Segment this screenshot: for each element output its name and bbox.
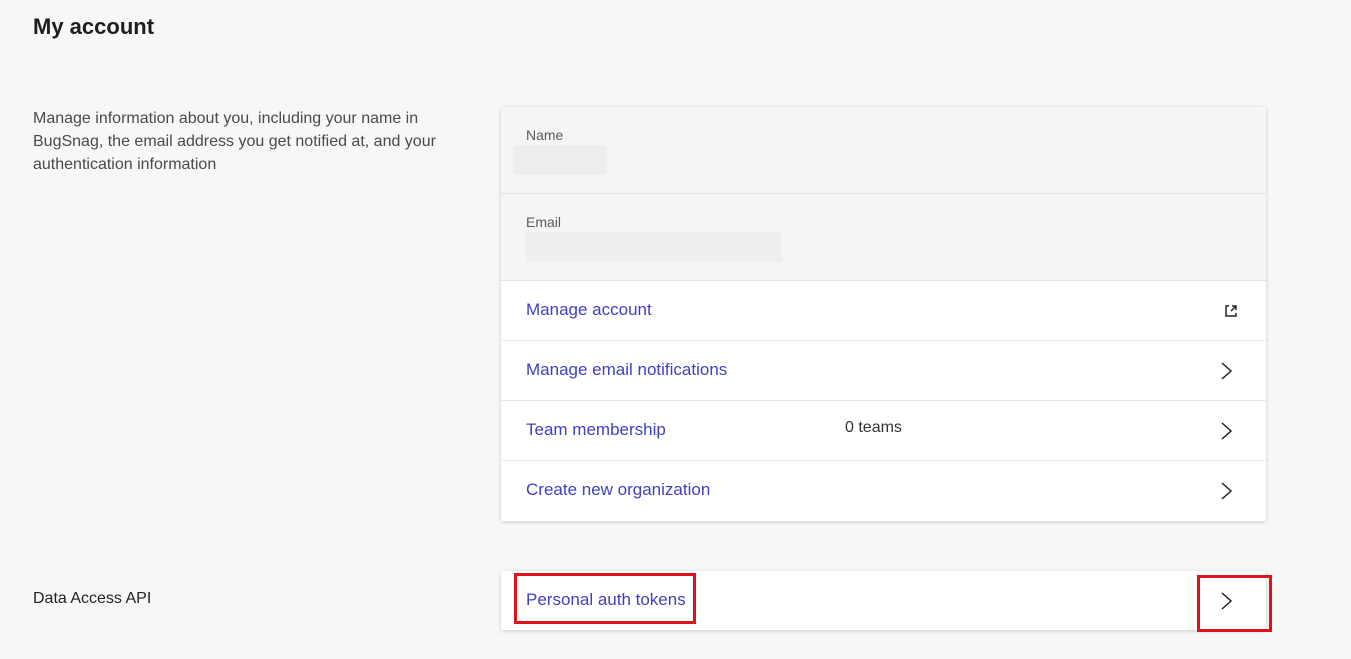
chevron-right-icon[interactable]	[1216, 591, 1236, 611]
team-membership-link[interactable]: Team membership 0 teams	[501, 401, 1266, 461]
manage-account-link[interactable]: Manage account	[501, 281, 1266, 341]
create-organization-label[interactable]: Create new organization	[526, 480, 710, 500]
chevron-right-icon[interactable]	[1216, 361, 1236, 381]
create-organization-link[interactable]: Create new organization	[501, 461, 1266, 521]
name-field: Name	[501, 107, 1266, 194]
team-count: 0 teams	[845, 419, 902, 436]
account-card: Name Email Manage account Manage email n…	[501, 107, 1266, 521]
personal-auth-tokens-link[interactable]: Personal auth tokens	[501, 571, 1266, 630]
api-card: Personal auth tokens	[501, 571, 1266, 630]
chevron-right-icon[interactable]	[1216, 421, 1236, 441]
manage-email-notifications-link[interactable]: Manage email notifications	[501, 341, 1266, 401]
chevron-right-icon[interactable]	[1216, 481, 1236, 501]
email-field: Email	[501, 194, 1266, 281]
external-link-icon[interactable]	[1223, 303, 1239, 319]
email-value	[526, 232, 782, 262]
manage-account-label[interactable]: Manage account	[526, 300, 652, 320]
manage-email-notifications-label[interactable]: Manage email notifications	[526, 360, 727, 380]
personal-auth-tokens-label[interactable]: Personal auth tokens	[526, 590, 686, 610]
email-label: Email	[526, 214, 562, 230]
data-access-api-label: Data Access API	[33, 590, 152, 607]
page-title: My account	[33, 14, 155, 39]
name-label: Name	[526, 127, 564, 143]
team-membership-label[interactable]: Team membership	[526, 420, 666, 440]
account-description: Manage information about you, including …	[33, 110, 436, 173]
name-value	[513, 145, 607, 175]
page: My account Manage information about you,…	[0, 0, 1351, 659]
